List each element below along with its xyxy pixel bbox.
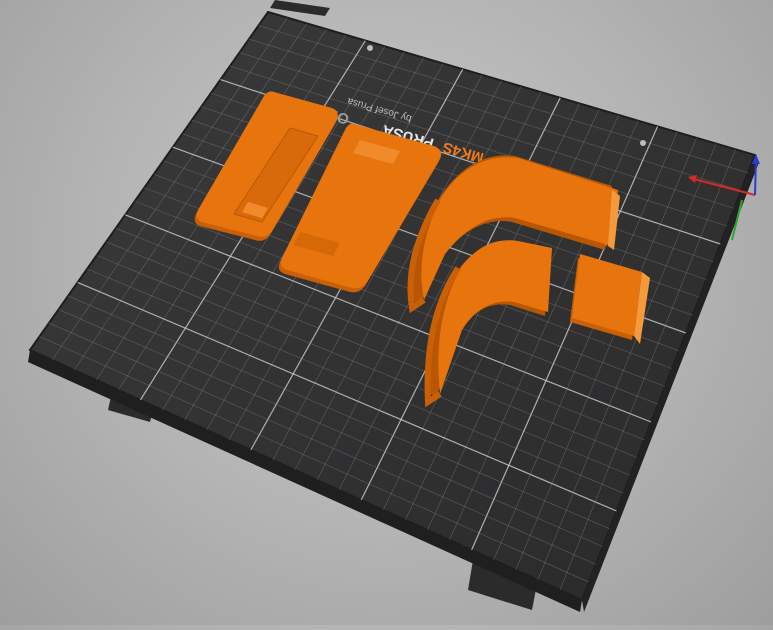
bed-hole-icon <box>640 140 646 146</box>
print-bed[interactable] <box>28 10 758 612</box>
scene-canvas[interactable]: ORIGINAL PRUSA MK4S by Josef Prusa <box>0 0 773 625</box>
bed-plate <box>28 10 757 602</box>
bed-hole-icon <box>367 45 373 51</box>
3d-viewport[interactable]: ORIGINAL PRUSA MK4S by Josef Prusa <box>0 0 773 625</box>
